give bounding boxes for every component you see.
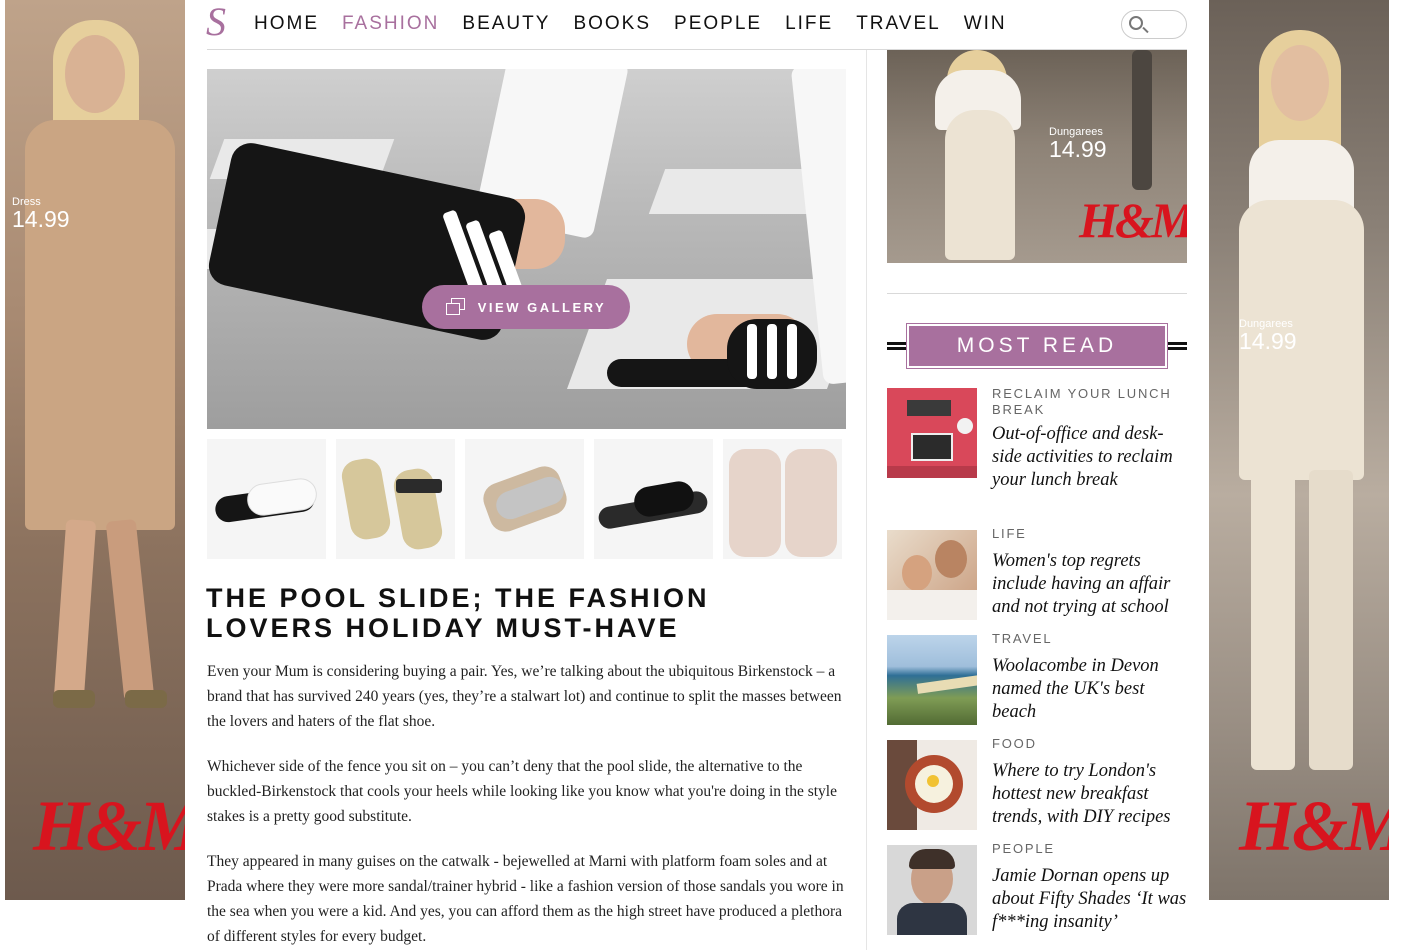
model-leg — [1309, 470, 1353, 770]
most-read-title[interactable]: Women's top regrets include having an af… — [992, 550, 1192, 619]
nav-fashion[interactable]: FASHION — [342, 12, 439, 36]
most-read-title[interactable]: Jamie Dornan opens up about Fifty Shades… — [992, 865, 1192, 934]
hm-logo: H&M — [1239, 786, 1389, 866]
slide-stripe — [787, 324, 797, 379]
article-paragraph: They appeared in many guises on the catw… — [207, 853, 844, 945]
gallery-thumbnail[interactable] — [336, 439, 455, 559]
search-icon[interactable] — [1129, 16, 1143, 30]
hm-logo: H&M — [1079, 192, 1187, 248]
most-read-category[interactable]: TRAVEL — [992, 631, 1187, 647]
most-read-item[interactable]: FOOD Where to try London's hottest new b… — [887, 736, 1187, 835]
hero-image[interactable] — [207, 69, 846, 429]
nav-home[interactable]: HOME — [254, 12, 319, 36]
gallery-thumbnail[interactable] — [723, 439, 842, 559]
nav-books[interactable]: BOOKS — [573, 12, 651, 36]
most-read-thumbnail[interactable] — [887, 740, 977, 830]
price-tag: Dungarees 14.99 — [1049, 127, 1107, 161]
most-read-item[interactable]: RECLAIM YOUR LUNCH BREAK Out-of-office a… — [887, 386, 1187, 518]
nav-life[interactable]: LIFE — [785, 12, 833, 36]
article-headline: THE POOL SLIDE; THE FASHION LOVERS HOLID… — [206, 583, 710, 643]
hm-logo: H&M — [33, 786, 185, 866]
view-gallery-label: VIEW GALLERY — [477, 299, 607, 315]
model-leg — [1251, 470, 1295, 770]
most-read-item[interactable]: TRAVEL Woolacombe in Devon named the UK'… — [887, 631, 1187, 730]
price-amount: 14.99 — [1239, 328, 1297, 354]
gallery-icon — [445, 298, 466, 316]
most-read-thumbnail[interactable] — [887, 388, 977, 478]
most-read-item[interactable]: PEOPLE Jamie Dornan opens up about Fifty… — [887, 841, 1187, 940]
nav-win[interactable]: WIN — [964, 12, 1007, 36]
most-read-category[interactable]: FOOD — [992, 736, 1187, 752]
model-leg — [53, 519, 97, 701]
most-read-heading: MOST READ — [906, 323, 1168, 369]
left-ad-banner[interactable]: Dress 14.99 H&M — [5, 0, 185, 900]
street-pole — [1132, 50, 1152, 190]
most-read-title[interactable]: Where to try London's hottest new breakf… — [992, 760, 1192, 829]
shoe-sole — [785, 449, 837, 557]
section-rule — [887, 293, 1187, 294]
nav-beauty[interactable]: BEAUTY — [462, 12, 550, 36]
price-amount: 14.99 — [1049, 136, 1107, 162]
most-read-item[interactable]: LIFE Women's top regrets include having … — [887, 526, 1187, 625]
gallery-thumbnail[interactable] — [207, 439, 326, 559]
model-head — [1271, 45, 1329, 121]
model-shoe — [53, 690, 95, 708]
article-paragraph: Even your Mum is considering buying a pa… — [207, 663, 842, 730]
shoe-strap — [245, 476, 319, 518]
most-read-thumbnail[interactable] — [887, 845, 977, 935]
gallery-thumbnails — [207, 439, 846, 559]
most-read-category[interactable]: LIFE — [992, 526, 1187, 542]
nav-travel[interactable]: TRAVEL — [856, 12, 941, 36]
gallery-thumbnail[interactable] — [594, 439, 713, 559]
column-divider — [866, 50, 867, 950]
most-read-thumbnail[interactable] — [887, 635, 977, 725]
gallery-thumbnail[interactable] — [465, 439, 584, 559]
article-paragraph: Whichever side of the fence you sit on –… — [207, 758, 837, 825]
most-read-category[interactable]: RECLAIM YOUR LUNCH BREAK — [992, 386, 1187, 418]
nav-people[interactable]: PEOPLE — [674, 12, 762, 36]
model-head — [65, 35, 125, 113]
shoe-strap — [396, 479, 442, 493]
shoe-sole — [339, 456, 393, 542]
right-column-ad[interactable]: Dungarees 14.99 H&M — [887, 50, 1187, 263]
site-logo[interactable]: S — [206, 2, 226, 42]
price-amount: 14.99 — [12, 206, 70, 232]
price-tag: Dungarees 14.99 — [1239, 319, 1297, 353]
most-read-category[interactable]: PEOPLE — [992, 841, 1187, 857]
model-leg — [105, 518, 155, 702]
model-shoe — [125, 690, 167, 708]
shoe-sole — [729, 449, 781, 557]
price-tag: Dress 14.99 — [12, 197, 70, 231]
slide-stripe — [747, 324, 757, 379]
search-input[interactable] — [1121, 10, 1187, 39]
right-ad-banner[interactable]: Dungarees 14.99 H&M — [1209, 0, 1389, 900]
view-gallery-button[interactable]: VIEW GALLERY — [422, 285, 630, 329]
most-read-thumbnail[interactable] — [887, 530, 977, 620]
model-dungarees — [945, 110, 1015, 260]
main-nav: HOME FASHION BEAUTY BOOKS PEOPLE LIFE TR… — [254, 12, 1030, 36]
most-read-title[interactable]: Out-of-office and desk-side activities t… — [992, 423, 1192, 492]
most-read-title[interactable]: Woolacombe in Devon named the UK's best … — [992, 655, 1192, 724]
model-dress — [25, 120, 175, 530]
slide-stripe — [767, 324, 777, 379]
